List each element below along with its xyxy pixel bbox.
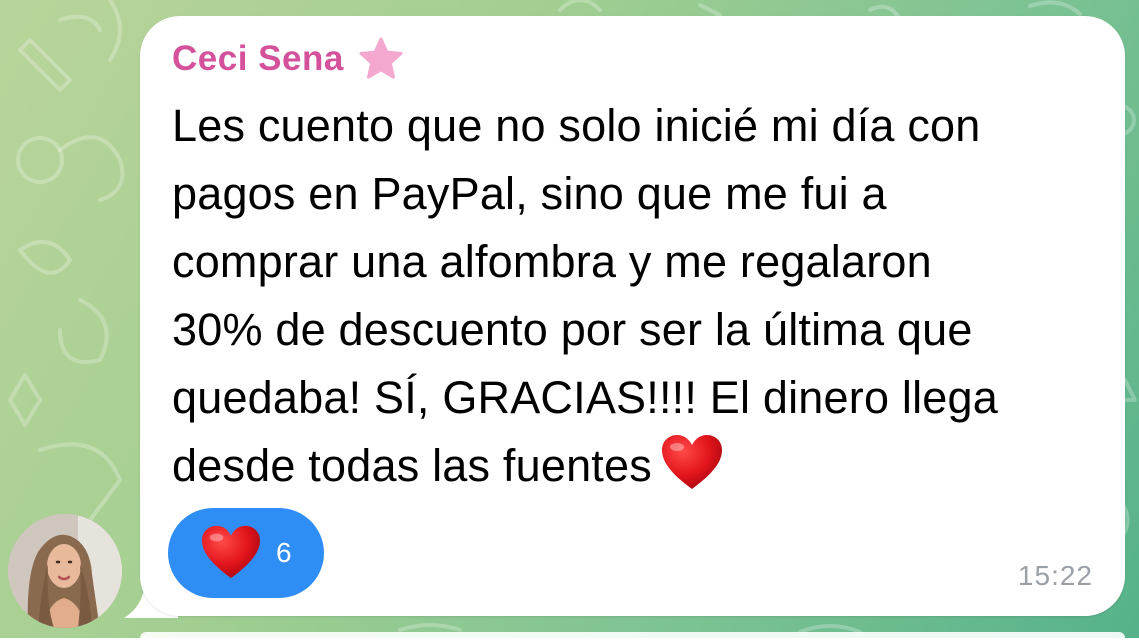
message-text: Les cuento que no solo inicié mi día con… <box>172 92 1102 500</box>
reaction-count: 6 <box>276 537 292 568</box>
sender-header: Ceci Sena <box>172 34 404 84</box>
message-timestamp: 15:22 <box>1017 560 1093 591</box>
next-message-edge <box>140 632 1125 644</box>
heart-emoji <box>661 435 722 489</box>
star-icon <box>359 37 403 79</box>
avatar[interactable] <box>8 514 122 628</box>
message-body: Les cuento que no solo inicié mi día con… <box>172 100 998 491</box>
avatar-photo <box>8 514 122 628</box>
sender-name[interactable]: Ceci Sena <box>172 39 344 79</box>
heart-emoji <box>202 525 260 579</box>
reaction-pill[interactable]: 6 <box>168 508 324 598</box>
